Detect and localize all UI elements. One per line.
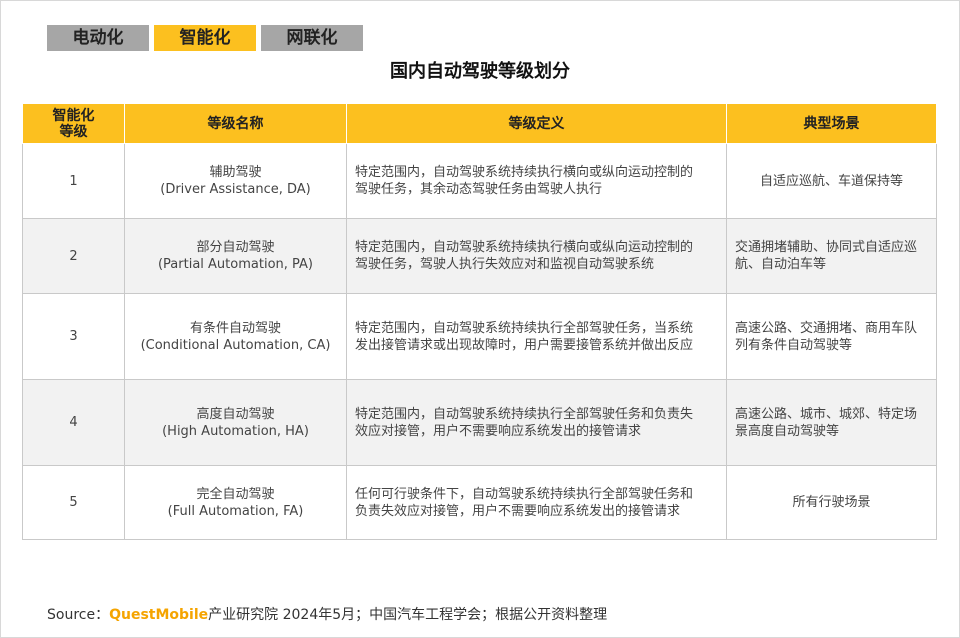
source-text: 产业研究院 2024年5月；中国汽车工程学会；根据公开资料整理 [208, 607, 608, 623]
source-note: Source：QuestMobile产业研究院 2024年5月；中国汽车工程学会… [47, 604, 607, 624]
scene-cell: 自适应巡航、车道保持等 [726, 143, 937, 219]
header-level-line2: 等级 [59, 123, 88, 140]
table-row: 4 高度自动驾驶 (High Automation, HA) 特定范围内，自动驾… [22, 379, 937, 466]
name-cell: 部分自动驾驶 (Partial Automation, PA) [124, 218, 347, 294]
scene-cell: 所有行驶场景 [726, 465, 937, 540]
scene-cell: 高速公路、城市、城郊、特定场 景高度自动驾驶等 [726, 379, 937, 466]
scene-line: 所有行驶场景 [792, 495, 871, 510]
name-cn: 部分自动驾驶 [196, 240, 275, 255]
definition-cell: 特定范围内，自动驾驶系统持续执行全部驾驶任务，当系统 发出接管请求或出现故障时，… [346, 293, 727, 380]
autonomy-level-table: 智能化 等级 等级名称 等级定义 典型场景 1 辅助驾驶 (Driver Ass… [22, 103, 937, 540]
table-row: 3 有条件自动驾驶 (Conditional Automation, CA) 特… [22, 293, 937, 380]
category-tabs: 电动化 智能化 网联化 [47, 25, 363, 51]
definition-line: 特定范围内，自动驾驶系统持续执行全部驾驶任务，当系统 [355, 320, 694, 336]
name-cell: 完全自动驾驶 (Full Automation, FA) [124, 465, 347, 540]
definition-line: 任何可行驶条件下，自动驾驶系统持续执行全部驾驶任务和 [355, 486, 694, 502]
definition-cell: 特定范围内，自动驾驶系统持续执行全部驾驶任务和负责失 效应对接管，用户不需要响应… [346, 379, 727, 466]
definition-line: 特定范围内，自动驾驶系统持续执行横向或纵向运动控制的 [355, 165, 694, 180]
level-cell: 3 [22, 293, 125, 380]
header-name: 等级名称 [124, 103, 347, 144]
name-cn: 完全自动驾驶 [196, 486, 275, 502]
level-cell: 4 [22, 379, 125, 466]
name-cn: 辅助驾驶 [209, 165, 262, 180]
header-level: 智能化 等级 [22, 103, 125, 144]
scene-line: 交通拥堵辅助、协同式自适应巡 [735, 240, 918, 255]
name-cell: 辅助驾驶 (Driver Assistance, DA) [124, 143, 347, 219]
scene-line: 航、自动泊车等 [735, 257, 827, 272]
definition-cell: 特定范围内，自动驾驶系统持续执行横向或纵向运动控制的 驾驶任务，其余动态驾驶任务… [346, 143, 727, 219]
source-prefix: Source： [47, 607, 110, 623]
definition-line: 效应对接管，用户不需要响应系统发出的接管请求 [355, 423, 642, 439]
level-cell: 2 [22, 218, 125, 294]
table-row: 5 完全自动驾驶 (Full Automation, FA) 任何可行驶条件下，… [22, 465, 937, 540]
name-en: (Conditional Automation, CA) [140, 337, 331, 353]
tab-electrification[interactable]: 电动化 [47, 25, 149, 51]
tab-connectivity[interactable]: 网联化 [261, 25, 363, 51]
name-en: (High Automation, HA) [162, 423, 309, 439]
name-en: (Partial Automation, PA) [157, 257, 313, 272]
header-definition: 等级定义 [346, 103, 727, 144]
scene-line: 景高度自动驾驶等 [735, 423, 840, 439]
definition-line: 发出接管请求或出现故障时，用户需要接管系统并做出反应 [355, 337, 694, 353]
name-cn: 有条件自动驾驶 [189, 320, 281, 336]
definition-line: 特定范围内，自动驾驶系统持续执行全部驾驶任务和负责失 [355, 406, 694, 422]
scene-line: 自适应巡航、车道保持等 [759, 173, 903, 189]
name-cn: 高度自动驾驶 [196, 406, 275, 422]
page-title: 国内自动驾驶等级划分 [390, 61, 570, 82]
level-cell: 5 [22, 465, 125, 540]
definition-line: 驾驶任务，驾驶人执行失效应对和监视自动驾驶系统 [355, 257, 655, 272]
table-row: 1 辅助驾驶 (Driver Assistance, DA) 特定范围内，自动驾… [22, 143, 937, 219]
table-header-row: 智能化 等级 等级名称 等级定义 典型场景 [22, 103, 937, 144]
name-cell: 高度自动驾驶 (High Automation, HA) [124, 379, 347, 466]
definition-line: 特定范围内，自动驾驶系统持续执行横向或纵向运动控制的 [355, 240, 694, 255]
header-level-line1: 智能化 [52, 107, 95, 124]
definition-cell: 特定范围内，自动驾驶系统持续执行横向或纵向运动控制的 驾驶任务，驾驶人执行失效应… [346, 218, 727, 294]
definition-line: 负责失效应对接管，用户不需要响应系统发出的接管请求 [355, 503, 681, 519]
tab-intelligence[interactable]: 智能化 [154, 25, 256, 51]
name-en: (Full Automation, FA) [167, 503, 304, 519]
scene-cell: 交通拥堵辅助、协同式自适应巡 航、自动泊车等 [726, 218, 937, 294]
definition-line: 驾驶任务，其余动态驾驶任务由驾驶人执行 [355, 182, 603, 197]
scene-line: 列有条件自动驾驶等 [735, 337, 853, 353]
level-cell: 1 [22, 143, 125, 219]
scene-line: 高速公路、交通拥堵、商用车队 [735, 320, 918, 336]
definition-cell: 任何可行驶条件下，自动驾驶系统持续执行全部驾驶任务和 负责失效应对接管，用户不需… [346, 465, 727, 540]
header-scene: 典型场景 [726, 103, 937, 144]
scene-line: 高速公路、城市、城郊、特定场 [735, 406, 918, 422]
brand-name: QuestMobile [109, 607, 209, 623]
name-cell: 有条件自动驾驶 (Conditional Automation, CA) [124, 293, 347, 380]
name-en: (Driver Assistance, DA) [160, 182, 311, 197]
scene-cell: 高速公路、交通拥堵、商用车队 列有条件自动驾驶等 [726, 293, 937, 380]
table-row: 2 部分自动驾驶 (Partial Automation, PA) 特定范围内，… [22, 218, 937, 294]
